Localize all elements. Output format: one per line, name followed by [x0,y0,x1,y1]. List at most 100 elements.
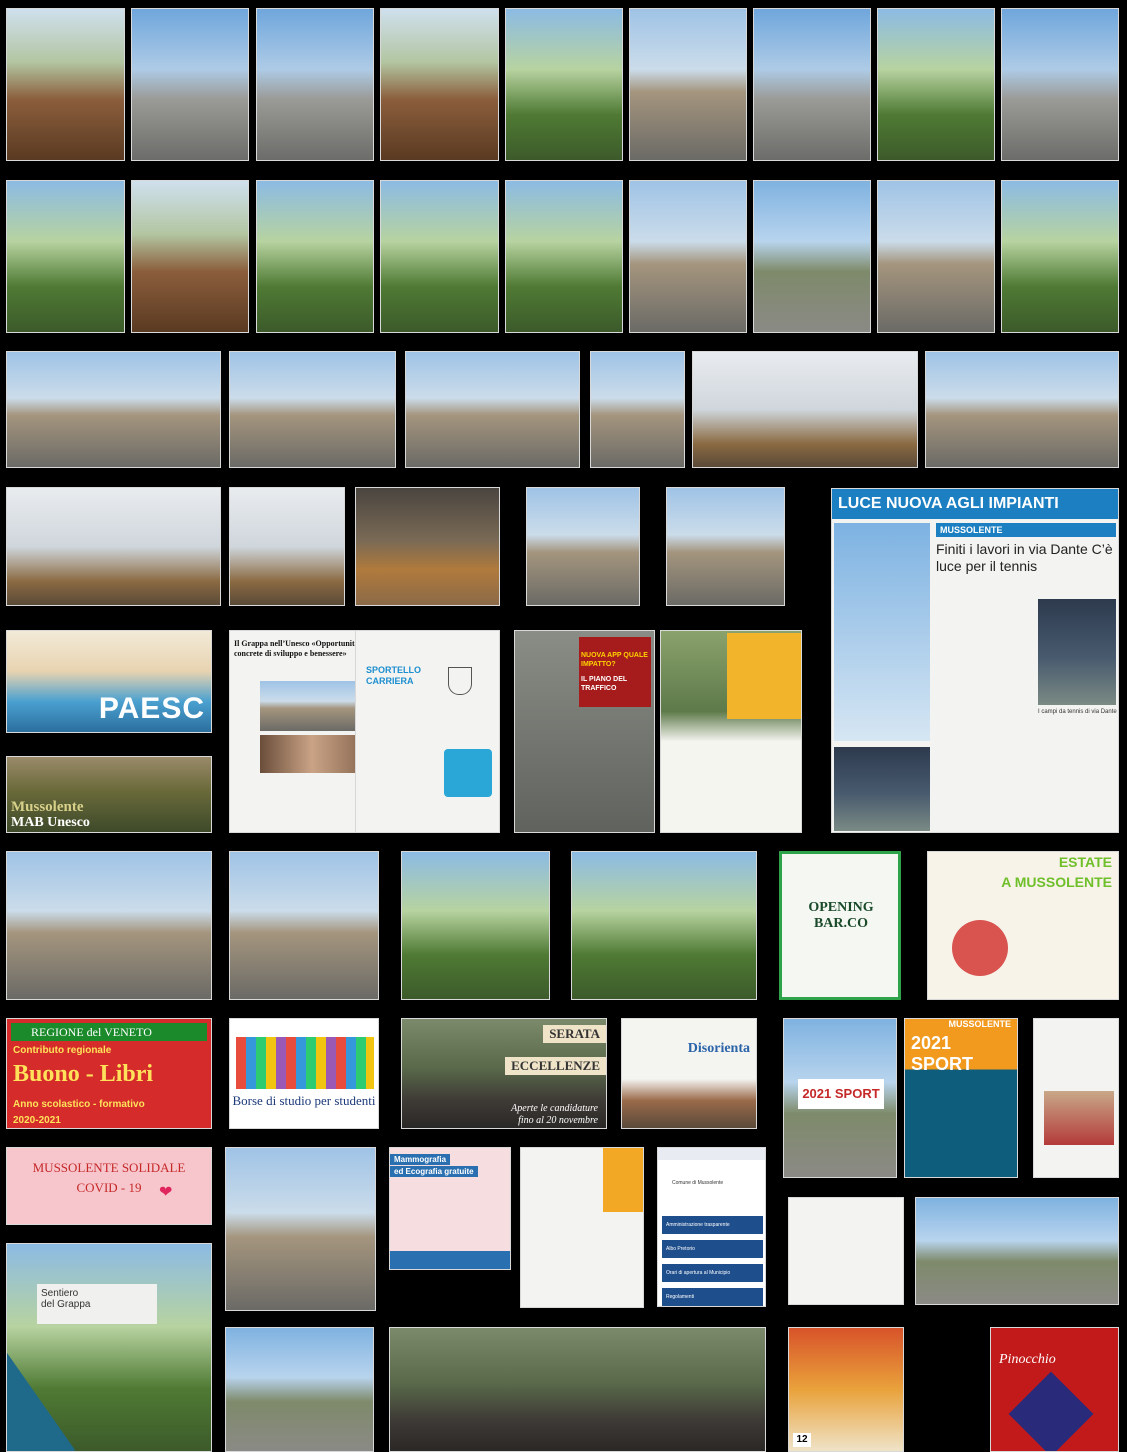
opening-poster: OPENING BAR.CO [779,851,901,1000]
photo-street-crossing [629,8,747,161]
pinocchio-graphic [1008,1371,1094,1451]
opening-title: OPENING BAR.CO [808,900,874,931]
app-item-2[interactable]: Orari di apertura al Municipio [662,1264,763,1282]
lighting-section: MUSSOLENTE [936,523,1116,537]
app-item-0[interactable]: Amministrazione trasparente [662,1216,763,1234]
photo-road-repair [256,8,374,161]
photo-canal-cleaning [505,8,623,161]
photo-country-road [380,180,499,333]
app-screenshot: Comune di Mussolente Amministrazione tra… [657,1147,766,1307]
photo-gym-interior [692,351,918,468]
traffico-line1: NUOVA APP QUALE IMPATTO? [581,652,648,668]
photo-outdoor-event [389,1327,766,1452]
mab-line1: Mussolente [11,799,84,815]
photo-workers-path [229,851,379,1000]
photo-volunteers-wheelbarrow [6,851,212,1000]
mab-line2: MAB Unesco [11,815,90,830]
photo-playground [401,851,550,1000]
buono-title: Buono - Libri [13,1061,154,1087]
serata-label1: SERATA [543,1025,606,1043]
covid-banner: MUSSOLENTE SOLIDALE COVID - 19 ❤ [6,1147,212,1225]
photo-footbridge [505,180,623,333]
mammo-footer [390,1251,510,1269]
serata-caption2: fino al 20 novembre [518,1115,598,1126]
app-item-1[interactable]: Albo Pretorio [662,1240,763,1258]
buono-years: 2020-2021 [13,1115,61,1126]
app-item-3[interactable]: Regolamenti [662,1288,763,1306]
photo-bathroom [229,487,345,606]
photo-sidewalk-works [131,8,249,161]
estate-line2: A MUSSOLENTE [1001,874,1112,890]
sport-banner-photo: 2021 SPORT [783,1018,897,1178]
photo-square [753,180,871,333]
unesco-photo [260,681,364,731]
trail-sign: Sentiero del Grappa [37,1284,157,1324]
sport2021-title: 2021 SPORT [798,1079,884,1109]
photo-school-scaffold [229,351,396,468]
pinocchio-title: Pinocchio [999,1352,1056,1367]
traffico-box [579,637,651,707]
article-clipping [1033,1018,1119,1178]
serata-caption1: Aperte le candidature [511,1103,598,1114]
serata-poster: SERATA ECCELLENZE Aperte le candidature … [401,1018,607,1129]
heart-icon: ❤ [159,1184,173,1201]
paesc-label: PAESC [98,692,205,725]
photo-school-facade [590,351,685,468]
books-graphic [236,1037,374,1089]
borse-poster: Borse di studio per studenti [229,1018,379,1129]
lighting-headline: Finiti i lavori in via Dante C’è luce pe… [936,541,1113,574]
photo-locker-room [6,487,221,606]
villaggio-accent [603,1148,643,1212]
festa-sport-poster: MUSSOLENTE 2021 SPORT [904,1018,1018,1178]
photo-excavator-trench [380,8,499,161]
lighting-caption: I campi da tennis di via Dante [1038,709,1117,715]
photo-school-building [6,351,221,468]
mammo-line2: ed Ecografia gratuite [390,1166,478,1177]
photo-parking [877,180,995,333]
unesco-headline: Il Grappa nell’Unesco «Opportunità concr… [234,639,359,658]
crest-icon [448,667,472,695]
calendar-poster: 12 [788,1327,904,1452]
sportello-graphic [444,749,492,797]
covid-line2: COVID - 19 [76,1180,142,1195]
buono-line1: Contributo regionale [13,1045,112,1056]
sign-line1: Sentiero [41,1288,79,1299]
photo-mayor-ceremony [225,1147,376,1311]
buono-libri-poster: REGIONE del VENETO Contributo regionale … [6,1018,212,1129]
pinocchio-poster: Pinocchio [990,1327,1119,1452]
events-poster [788,1197,904,1305]
mammo-line1: Mammografia [390,1154,451,1165]
festa-title: 2021 SPORT [911,1033,974,1074]
photo-school-modern [925,351,1119,468]
photo-excavator-canal [6,180,125,333]
buono-header: REGIONE del VENETO [11,1023,207,1041]
app-header: Comune di Mussolente [672,1180,724,1186]
corner-shape [7,1351,76,1451]
traffico-line2: IL PIANO DEL TRAFFICO [581,676,628,692]
villaggio-poster [520,1147,644,1308]
photo-inauguration [571,851,757,1000]
clipping-photo [1044,1091,1114,1145]
serata-label2: ECCELLENZE [505,1057,606,1075]
sign-line2: del Grappa [41,1299,91,1310]
photo-gravel-path [753,8,871,161]
photo-cycle-path [629,180,747,333]
photo-swimming-pool [915,1197,1119,1305]
covid-line1: MUSSOLENTE SOLIDALE [32,1160,186,1175]
photo-asphalt-machine [1001,8,1119,161]
sportello-poster: SPORTELLO CARRIERA [355,630,500,833]
unesco-portraits [260,735,364,773]
unesco-article: Il Grappa nell’Unesco «Opportunità concr… [229,630,369,833]
photo-sports-hall [355,487,500,606]
app-topbar [658,1148,765,1160]
disorienta-title: Disorienta [687,1041,750,1056]
lighting-article: LUCE NUOVA AGLI IMPIANTI SPORTIVI MUSSOL… [831,488,1119,833]
estate-poster: ESTATE A MUSSOLENTE [927,851,1119,1000]
mammo-poster: Mammografia ed Ecografia gratuite [389,1147,511,1270]
sportello-title: SPORTELLO CARRIERA [366,665,422,686]
photo-vehicles-collage [526,487,640,606]
photo-town-sign [225,1327,374,1452]
photo-trench-works [6,8,125,161]
photo-works-collage [666,487,785,606]
mab-unesco-photo: Mussolente MAB Unesco [6,756,212,833]
